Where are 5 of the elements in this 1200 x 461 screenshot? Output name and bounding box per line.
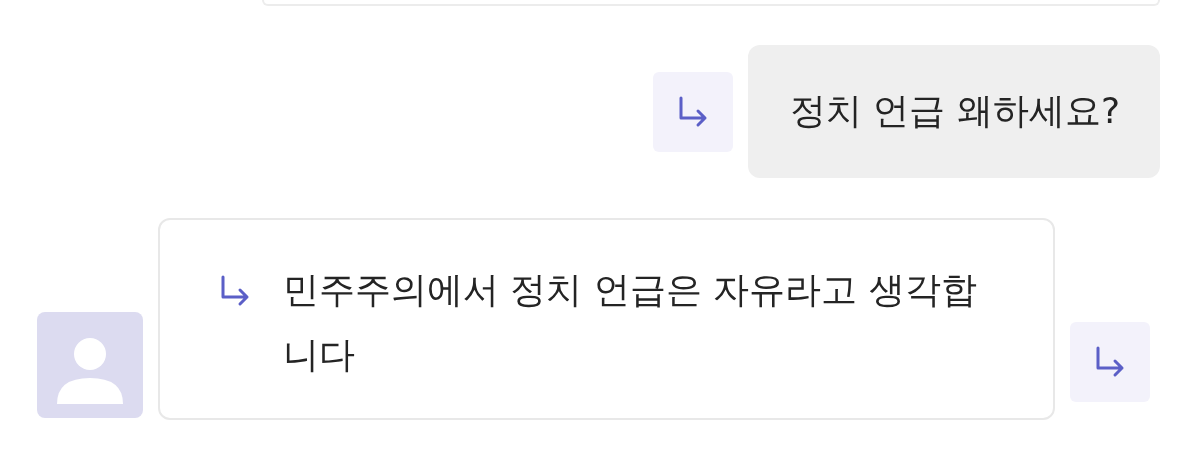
reply-button[interactable]	[1070, 322, 1150, 402]
reply-button[interactable]	[653, 71, 733, 152]
message-text: 정치 언급 왜하세요?	[748, 45, 1160, 178]
message-text: 민주주의에서 정치 언급은 자유라고 생각합니다	[283, 268, 978, 377]
avatar-icon	[37, 312, 143, 418]
